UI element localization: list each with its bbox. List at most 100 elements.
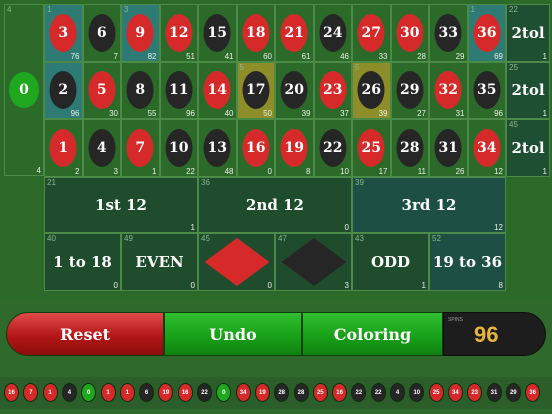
cell-count: 82 <box>147 51 157 61</box>
number-cell-9[interactable]: 3 9 82 <box>121 4 160 62</box>
red-bet[interactable]: 45 0 <box>198 233 275 291</box>
number-cell-26[interactable]: 5 26 39 <box>352 61 391 119</box>
number-cell-13[interactable]: 13 48 <box>198 119 237 177</box>
number-cell-16[interactable]: 16 0 <box>236 119 275 177</box>
number-5: 5 <box>88 71 116 110</box>
number-cell-20[interactable]: 20 39 <box>275 61 314 119</box>
number-cell-29[interactable]: 29 27 <box>390 61 429 119</box>
history-ball: 22 <box>370 383 386 402</box>
number-cell-25[interactable]: 25 17 <box>352 119 391 177</box>
dozen-bet-2[interactable]: 36 2nd 12 0 <box>198 177 352 233</box>
cell-count: 60 <box>263 51 272 61</box>
history-ball: 1 <box>119 383 135 402</box>
number-cell-34[interactable]: 34 12 <box>467 119 506 177</box>
number-23: 23 <box>319 71 347 110</box>
outside-bet-odd[interactable]: 43 ODD 1 <box>352 233 429 291</box>
number-cell-15[interactable]: 15 41 <box>198 4 237 62</box>
number-cell-8[interactable]: 8 55 <box>121 61 160 119</box>
number-cell-28[interactable]: 28 11 <box>390 119 429 177</box>
number-12: 12 <box>165 13 193 52</box>
control-bar: Reset Undo Coloring SPINS 96 <box>6 312 546 356</box>
number-30: 30 <box>396 13 424 52</box>
undo-button[interactable]: Undo <box>164 312 302 356</box>
number-cell-14[interactable]: 14 40 <box>198 61 237 119</box>
cell-count: 17 <box>378 166 388 176</box>
cell-count: 0 <box>267 281 272 290</box>
history-ball: 16 <box>332 383 348 402</box>
cell-top-label: 1 <box>47 5 52 14</box>
outside-label: ODD <box>370 253 411 271</box>
number-cell-1[interactable]: 12 <box>44 119 83 177</box>
dozen-bet-1[interactable]: 21 1st 12 1 <box>44 177 198 233</box>
history-ball: 16 <box>177 383 193 402</box>
spins-counter: SPINS 96 <box>443 312 546 356</box>
cell-count: 39 <box>301 109 311 118</box>
cell-count: 69 <box>494 51 503 61</box>
black-bet[interactable]: 47 3 <box>275 233 352 291</box>
number-cell-18[interactable]: 18 60 <box>236 4 275 62</box>
history-ball: 25 <box>428 383 444 402</box>
number-cell-21[interactable]: 21 61 <box>275 4 314 62</box>
column-bet-2[interactable]: 25 2tol 1 <box>506 61 550 119</box>
cell-count: 46 <box>340 51 349 61</box>
cell-top-label: 52 <box>432 234 441 243</box>
cell-top-label: 43 <box>355 234 364 243</box>
number-11: 11 <box>165 71 193 110</box>
number-cell-31[interactable]: 31 26 <box>429 119 468 177</box>
number-cell-11[interactable]: 11 96 <box>159 61 198 119</box>
cell-count: 2 <box>75 166 80 176</box>
history-ball: 28 <box>293 383 309 402</box>
number-cell-6[interactable]: 67 <box>82 4 121 62</box>
number-cell-32[interactable]: 32 31 <box>429 61 468 119</box>
number-cell-23[interactable]: 23 37 <box>313 61 352 119</box>
number-9: 9 <box>126 13 154 52</box>
number-10: 10 <box>165 128 193 167</box>
number-cell-5[interactable]: 5 30 <box>82 61 121 119</box>
cell-count: 0 <box>190 281 195 290</box>
number-22: 22 <box>319 128 347 167</box>
number-cell-19[interactable]: 19 8 <box>275 119 314 177</box>
number-cell-27[interactable]: 27 33 <box>352 4 391 62</box>
number-cell-24[interactable]: 24 46 <box>313 4 352 62</box>
zero-cell[interactable]: 4 0 4 <box>4 4 44 176</box>
number-6: 6 <box>88 13 116 52</box>
number-21: 21 <box>280 13 308 52</box>
number-cell-4[interactable]: 43 <box>82 119 121 177</box>
cell-count: 0 <box>267 166 272 176</box>
number-cell-35[interactable]: 35 96 <box>467 61 506 119</box>
number-cell-10[interactable]: 10 22 <box>159 119 198 177</box>
number-7: 7 <box>126 128 154 167</box>
number-26: 26 <box>357 71 385 110</box>
reset-button[interactable]: Reset <box>6 312 164 356</box>
history-ball: 4 <box>61 383 77 402</box>
outside-bet-even[interactable]: 49 EVEN 0 <box>121 233 198 291</box>
number-1: 1 <box>49 128 77 167</box>
number-cell-2[interactable]: 2 96 <box>44 61 83 119</box>
cell-count: 12 <box>494 223 503 232</box>
number-cell-22[interactable]: 22 10 <box>313 119 352 177</box>
number-cell-12[interactable]: 12 51 <box>159 4 198 62</box>
number-cell-33[interactable]: 33 29 <box>429 4 468 62</box>
number-27: 27 <box>357 13 385 52</box>
history-ball: 0 <box>216 383 232 402</box>
number-cell-17[interactable]: 5 17 50 <box>236 61 275 119</box>
number-cell-7[interactable]: 71 <box>121 119 160 177</box>
column-bet-1[interactable]: 22 2tol 1 <box>506 4 550 62</box>
cell-count: 30 <box>109 109 118 118</box>
coloring-button[interactable]: Coloring <box>302 312 443 356</box>
history-ball: 34 <box>447 383 463 402</box>
dozen-bet-3[interactable]: 39 3rd 12 12 <box>352 177 506 233</box>
cell-count: 12 <box>494 166 503 176</box>
column-bet-3[interactable]: 45 2tol 1 <box>506 119 550 177</box>
outside-bet-19-to-36[interactable]: 52 19 to 36 8 <box>429 233 506 291</box>
cell-count: 1 <box>542 51 547 61</box>
dozen-label: 3rd 12 <box>401 196 457 214</box>
number-cell-36[interactable]: 1 36 69 <box>467 4 506 62</box>
number-2: 2 <box>49 71 77 110</box>
cell-count: 26 <box>455 166 465 176</box>
history-ball: 10 <box>409 383 425 402</box>
number-cell-3[interactable]: 1 3 76 <box>44 4 83 62</box>
outside-bet-1-to-18[interactable]: 40 1 to 18 0 <box>44 233 121 291</box>
history-ball: 1 <box>42 383 58 402</box>
number-cell-30[interactable]: 30 28 <box>390 4 429 62</box>
